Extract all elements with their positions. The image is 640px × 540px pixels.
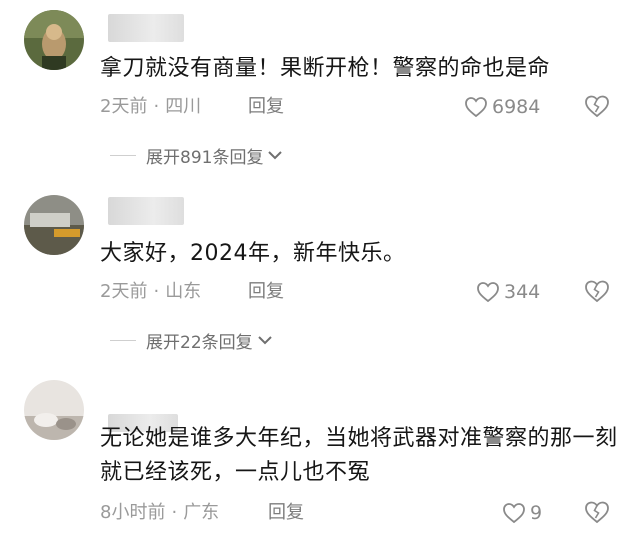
broken-heart-icon bbox=[585, 95, 609, 118]
comment-text: 无论她是谁多大年纪，当她将武器对准警察的那一刻就已经该死，一点儿也不冤 bbox=[100, 426, 618, 485]
comment-item: 无论她是谁多大年纪，当她将武器对准警察的那一刻就已经该死，一点儿也不冤 8小时前… bbox=[0, 370, 640, 540]
chevron-down-icon bbox=[268, 151, 283, 160]
expand-replies[interactable]: 展开22条回复 bbox=[110, 327, 273, 353]
heart-outline-icon bbox=[503, 503, 525, 524]
comment-meta: 8小时前 · 广东 回复 bbox=[100, 500, 360, 526]
separator-dot: · bbox=[153, 96, 160, 117]
dislike-button[interactable] bbox=[584, 94, 610, 120]
comment-meta: 2天前 · 四川 回复 bbox=[100, 94, 360, 120]
reply-button[interactable]: 回复 bbox=[248, 94, 284, 120]
broken-heart-icon bbox=[585, 501, 609, 524]
comment-feed: 拿刀就没有商量！果断开枪！警察的命也是命 2天前 · 四川 回复 6984 展开89… bbox=[0, 0, 640, 540]
comment-time: 2天前 bbox=[100, 281, 148, 302]
comment-time: 2天前 bbox=[100, 96, 148, 117]
chevron-down-icon bbox=[257, 336, 272, 345]
like-count: 344 bbox=[504, 281, 541, 303]
comment-time: 8小时前 bbox=[100, 502, 166, 523]
avatar[interactable] bbox=[24, 10, 84, 70]
expand-replies-label: 展开891条回复 bbox=[146, 147, 264, 168]
avatar[interactable] bbox=[24, 195, 84, 255]
username-blurred[interactable] bbox=[108, 197, 184, 225]
like-count: 9 bbox=[530, 502, 543, 524]
comment-text: 拿刀就没有商量！果断开枪！警察的命也是命 bbox=[100, 56, 551, 81]
divider-line bbox=[110, 339, 136, 341]
heart-outline-icon bbox=[477, 282, 499, 303]
separator-dot: · bbox=[153, 281, 160, 302]
separator-dot: · bbox=[171, 502, 178, 523]
comment-text: 大家好，2024年，新年快乐。 bbox=[100, 241, 406, 266]
like-button[interactable]: 344 bbox=[476, 279, 540, 305]
broken-heart-icon bbox=[585, 280, 609, 303]
expand-replies[interactable]: 展开891条回复 bbox=[110, 142, 283, 168]
like-button[interactable]: 6984 bbox=[464, 94, 540, 120]
comment-item: 大家好，2024年，新年快乐。 2天前 · 山东 回复 344 展开22条回复 bbox=[0, 185, 640, 360]
dislike-button[interactable] bbox=[584, 500, 610, 526]
dislike-button[interactable] bbox=[584, 279, 610, 305]
like-count: 6984 bbox=[492, 96, 541, 118]
divider-line bbox=[110, 154, 136, 156]
comment-location: 广东 bbox=[183, 502, 220, 523]
username-blurred[interactable] bbox=[108, 14, 184, 42]
comment-item: 拿刀就没有商量！果断开枪！警察的命也是命 2天前 · 四川 回复 6984 展开89… bbox=[0, 0, 640, 175]
heart-outline-icon bbox=[465, 97, 487, 118]
comment-meta: 2天前 · 山东 回复 bbox=[100, 279, 360, 305]
reply-button[interactable]: 回复 bbox=[248, 279, 284, 305]
avatar[interactable] bbox=[24, 380, 84, 440]
like-button[interactable]: 9 bbox=[502, 500, 542, 526]
expand-replies-label: 展开22条回复 bbox=[146, 332, 253, 353]
reply-button[interactable]: 回复 bbox=[268, 500, 304, 526]
comment-location: 山东 bbox=[165, 281, 202, 302]
comment-location: 四川 bbox=[165, 96, 202, 117]
